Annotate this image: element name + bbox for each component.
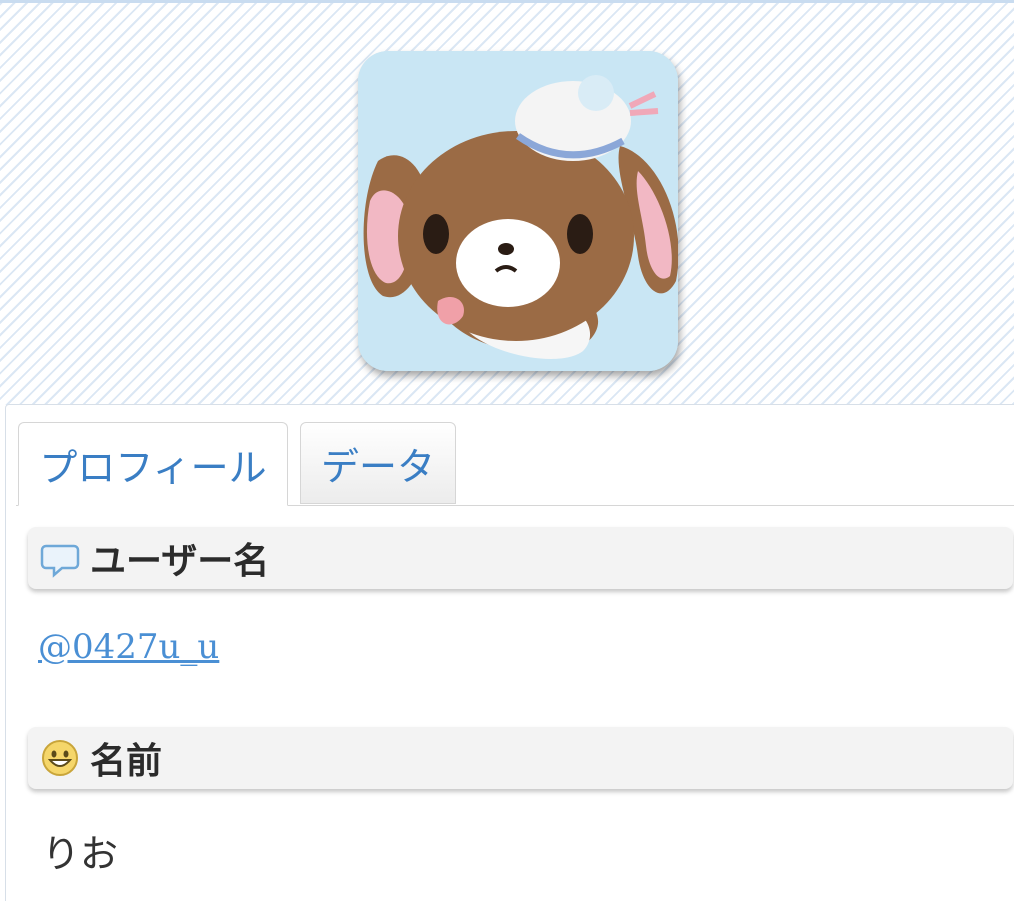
username-link[interactable]: @0427u_u bbox=[38, 627, 219, 667]
avatar-illustration bbox=[358, 51, 678, 371]
tab-profile[interactable]: プロフィール bbox=[18, 422, 288, 506]
name-value: りお bbox=[42, 832, 119, 876]
section-username-header: ユーザー名 bbox=[28, 527, 1013, 589]
profile-header-background bbox=[0, 0, 1014, 405]
tab-data[interactable]: データ bbox=[300, 422, 456, 504]
profile-panel: プロフィール データ ユーザー名 @0427u_u 名前 りお bbox=[5, 404, 1014, 901]
section-username-label: ユーザー名 bbox=[90, 541, 270, 582]
profile-page: プロフィール データ ユーザー名 @0427u_u 名前 りお bbox=[0, 0, 1014, 901]
section-name-header: 名前 bbox=[28, 727, 1013, 789]
profile-avatar[interactable] bbox=[358, 51, 678, 371]
smiley-face-icon bbox=[40, 738, 80, 778]
speech-bubble-icon bbox=[40, 538, 80, 578]
section-name-label: 名前 bbox=[90, 741, 163, 782]
